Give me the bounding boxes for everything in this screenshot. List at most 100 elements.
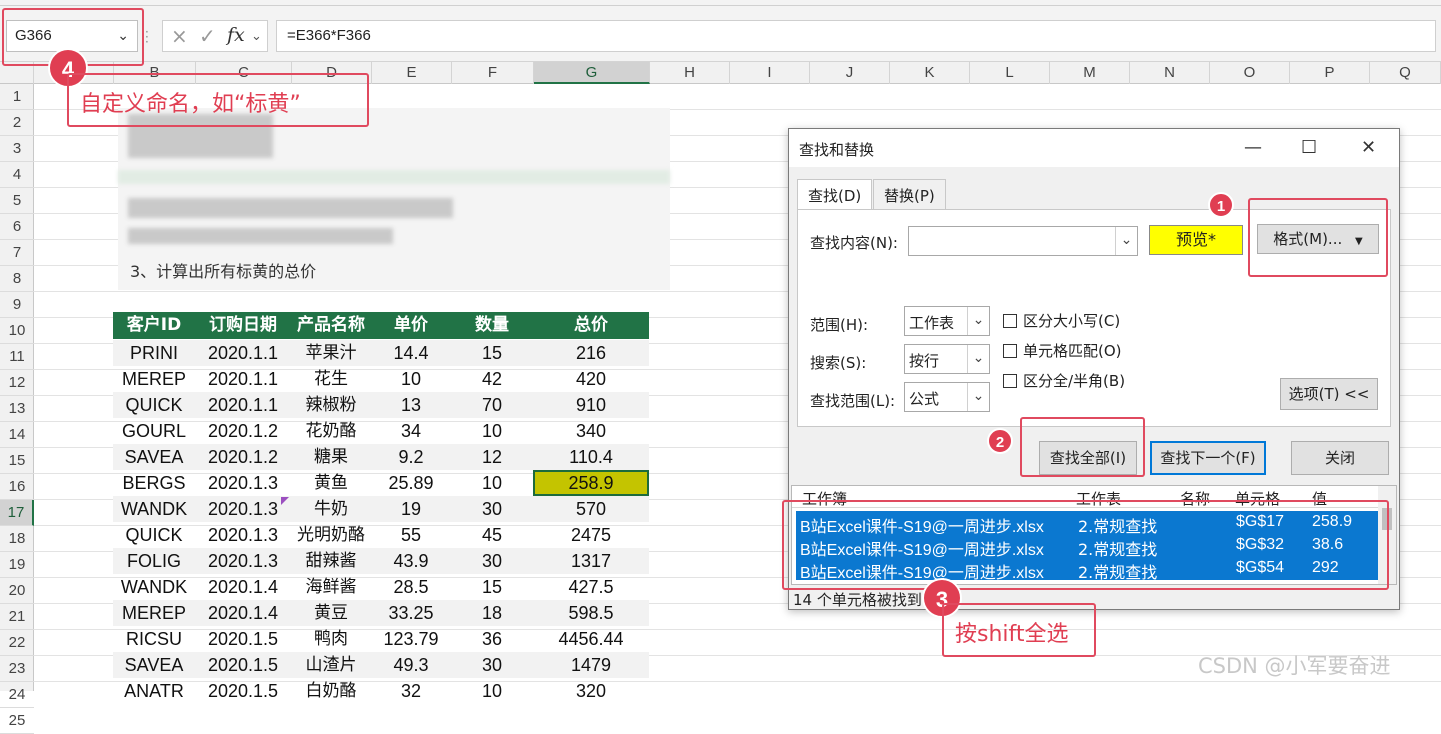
table-cell[interactable]: 123.79 [371,626,451,652]
options-button[interactable]: 选项(T) << [1280,378,1378,410]
column-header-e[interactable]: E [372,62,452,84]
table-cell[interactable]: 糖果 [291,444,371,470]
column-header-q[interactable]: Q [1370,62,1441,84]
row-header[interactable]: 16 [0,474,34,500]
table-cell[interactable]: 32 [371,678,451,704]
table-cell[interactable]: SAVEA [113,444,195,470]
row-header[interactable]: 4 [0,162,34,188]
maximize-icon[interactable]: ☐ [1301,137,1317,158]
column-header-m[interactable]: M [1050,62,1130,84]
table-cell[interactable]: SAVEA [113,652,195,678]
table-cell[interactable]: 10 [451,470,533,496]
table-cell[interactable]: 34 [371,418,451,444]
column-header-l[interactable]: L [970,62,1050,84]
row-header[interactable]: 19 [0,552,34,578]
table-cell[interactable]: 28.5 [371,574,451,600]
match-cell-checkbox[interactable]: 单元格匹配(O) [1003,340,1122,361]
enter-icon[interactable]: ✓ [199,24,216,48]
close-icon[interactable]: ✕ [1361,137,1376,158]
table-cell[interactable]: 30 [451,652,533,678]
table-cell[interactable]: 甜辣酱 [291,548,371,574]
table-cell[interactable]: 10 [451,678,533,704]
dialog-titlebar[interactable]: 查找和替换 — ☐ ✕ [789,129,1399,167]
header-total[interactable]: 总价 [533,312,649,339]
row-header[interactable]: 13 [0,396,34,422]
header-customer-id[interactable]: 客户ID [113,312,195,339]
row-header[interactable]: 7 [0,240,34,266]
table-cell[interactable]: 2020.1.5 [195,652,291,678]
table-cell[interactable]: MEREP [113,600,195,626]
table-cell[interactable]: 山渣片 [291,652,371,678]
table-cell[interactable]: 海鲜酱 [291,574,371,600]
header-qty[interactable]: 数量 [451,312,533,339]
table-cell[interactable]: 55 [371,522,451,548]
table-cell[interactable]: FOLIG [113,548,195,574]
table-cell[interactable]: 258.9 [533,470,649,496]
minimize-icon[interactable]: — [1244,137,1262,158]
table-cell[interactable]: 30 [451,548,533,574]
table-cell[interactable]: 25.89 [371,470,451,496]
table-cell[interactable]: 苹果汁 [291,340,371,366]
table-cell[interactable]: 辣椒粉 [291,392,371,418]
table-cell[interactable]: 9.2 [371,444,451,470]
header-product[interactable]: 产品名称 [291,312,371,339]
table-cell[interactable]: 42 [451,366,533,392]
chevron-down-icon[interactable]: ⌄ [251,29,262,44]
table-cell[interactable]: 2020.1.5 [195,678,291,704]
table-cell[interactable]: 花奶酪 [291,418,371,444]
table-cell[interactable]: 10 [371,366,451,392]
table-cell[interactable]: WANDK [113,574,195,600]
table-cell[interactable]: 鸭肉 [291,626,371,652]
table-cell[interactable]: 4456.44 [533,626,649,652]
row-header[interactable]: 10 [0,318,34,344]
table-cell[interactable]: 2020.1.3 [195,548,291,574]
column-header-n[interactable]: N [1130,62,1210,84]
table-cell[interactable]: 570 [533,496,649,522]
close-button[interactable]: 关闭 [1291,441,1389,475]
row-header[interactable]: 12 [0,370,34,396]
row-header[interactable]: 14 [0,422,34,448]
table-cell[interactable]: 2020.1.3 [195,470,291,496]
header-order-date[interactable]: 订购日期 [195,312,291,339]
table-cell[interactable]: 2020.1.5 [195,626,291,652]
tab-find[interactable]: 查找(D) [797,179,873,211]
chevron-down-icon[interactable]: ⌄ [967,307,989,335]
row-header[interactable]: 23 [0,656,34,682]
table-cell[interactable]: 420 [533,366,649,392]
chevron-down-icon[interactable]: ⌄ [967,345,989,373]
row-header[interactable]: 24 [0,682,34,708]
table-cell[interactable]: 49.3 [371,652,451,678]
table-cell[interactable]: 2020.1.3 [195,496,291,522]
match-case-checkbox[interactable]: 区分大小写(C) [1003,310,1120,331]
table-cell[interactable]: 14.4 [371,340,451,366]
find-what-input[interactable]: ⌄ [908,226,1138,256]
search-select[interactable]: 按行 ⌄ [904,344,990,374]
table-cell[interactable]: 340 [533,418,649,444]
column-header-p[interactable]: P [1290,62,1370,84]
table-cell[interactable]: 36 [451,626,533,652]
table-cell[interactable]: 2020.1.4 [195,600,291,626]
row-header[interactable]: 2 [0,110,34,136]
row-header[interactable]: 18 [0,526,34,552]
row-header[interactable]: 15 [0,448,34,474]
table-cell[interactable]: 白奶酪 [291,678,371,704]
table-cell[interactable]: 320 [533,678,649,704]
column-header-j[interactable]: J [810,62,890,84]
table-cell[interactable]: MEREP [113,366,195,392]
table-cell[interactable]: 70 [451,392,533,418]
table-cell[interactable]: 2020.1.1 [195,366,291,392]
table-cell[interactable]: 910 [533,392,649,418]
table-cell[interactable]: 光明奶酪 [291,522,371,548]
column-header-o[interactable]: O [1210,62,1290,84]
column-header-k[interactable]: K [890,62,970,84]
lookin-select[interactable]: 公式 ⌄ [904,382,990,412]
table-cell[interactable]: 45 [451,522,533,548]
table-cell[interactable]: 黄鱼 [291,470,371,496]
table-cell[interactable]: 30 [451,496,533,522]
table-cell[interactable]: 2475 [533,522,649,548]
table-cell[interactable]: BERGS [113,470,195,496]
table-cell[interactable]: 110.4 [533,444,649,470]
table-cell[interactable]: 15 [451,340,533,366]
drag-handle-icon[interactable]: · · · [145,26,149,48]
table-cell[interactable]: 2020.1.1 [195,392,291,418]
